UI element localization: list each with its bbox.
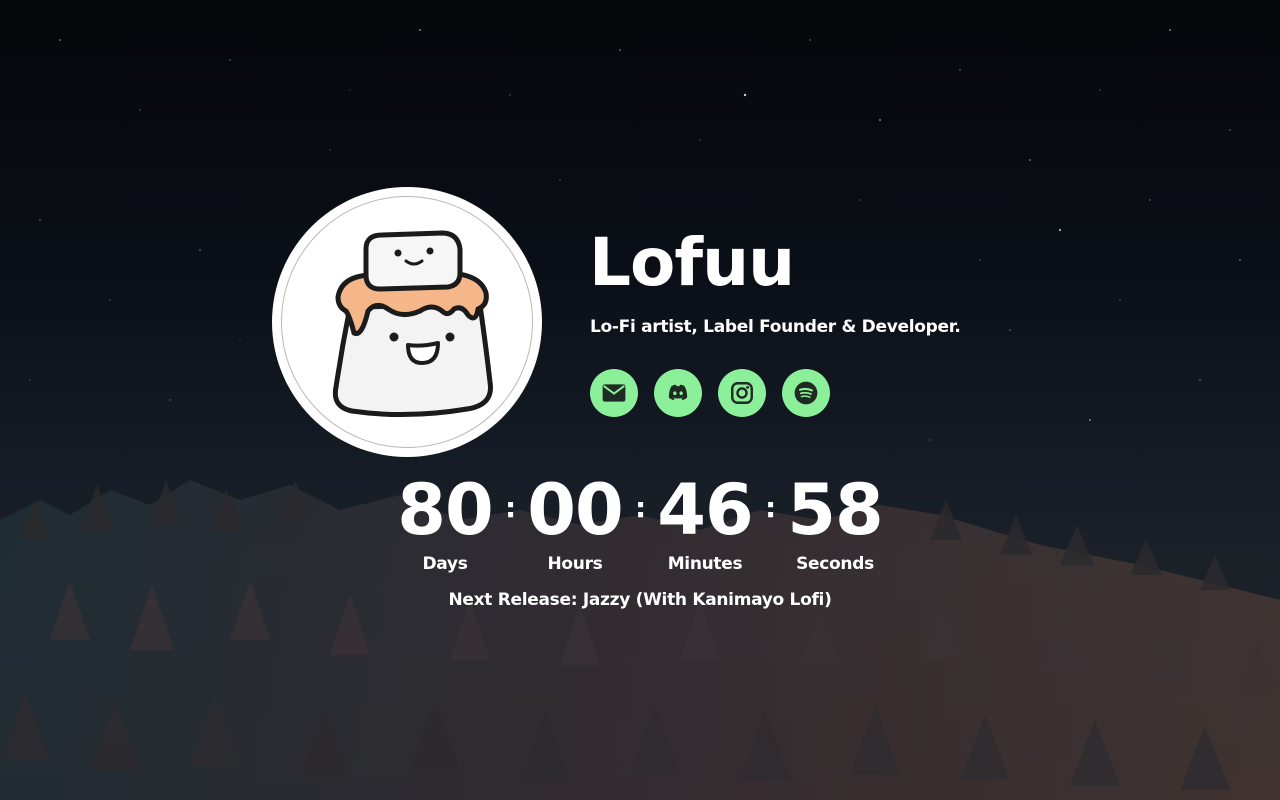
artist-name: Lofuu <box>589 224 795 301</box>
hours-label: Hours <box>547 554 603 574</box>
countdown-seconds: 58 Seconds <box>770 470 900 576</box>
social-links <box>590 369 830 417</box>
countdown-minutes: 46 Minutes <box>640 470 770 576</box>
seconds-label: Seconds <box>796 554 874 574</box>
minutes-value: 46 <box>657 469 753 551</box>
email-icon <box>602 384 626 402</box>
discord-button[interactable] <box>654 369 702 417</box>
seconds-value: 58 <box>787 469 883 551</box>
instagram-icon <box>731 382 753 404</box>
profile-avatar <box>272 187 542 457</box>
minutes-label: Minutes <box>667 554 743 574</box>
artist-bio: Lo-Fi artist, Label Founder & Developer. <box>590 317 961 337</box>
email-button[interactable] <box>590 369 638 417</box>
days-label: Days <box>422 554 468 574</box>
spotify-icon <box>794 381 818 405</box>
days-value: 80 <box>397 469 493 551</box>
release-countdown: 80 Days : 00 Hours : 46 Minutes : 58 Sec… <box>380 470 900 580</box>
hours-value: 00 <box>527 469 623 551</box>
next-release-text: Next Release: Jazzy (With Kanimayo Lofi) <box>448 590 832 610</box>
pudding-mascot-icon <box>332 230 494 418</box>
countdown-days: 80 Days <box>380 470 510 576</box>
spotify-button[interactable] <box>782 369 830 417</box>
instagram-button[interactable] <box>718 369 766 417</box>
countdown-hours: 00 Hours <box>510 470 640 576</box>
discord-icon <box>668 384 688 401</box>
